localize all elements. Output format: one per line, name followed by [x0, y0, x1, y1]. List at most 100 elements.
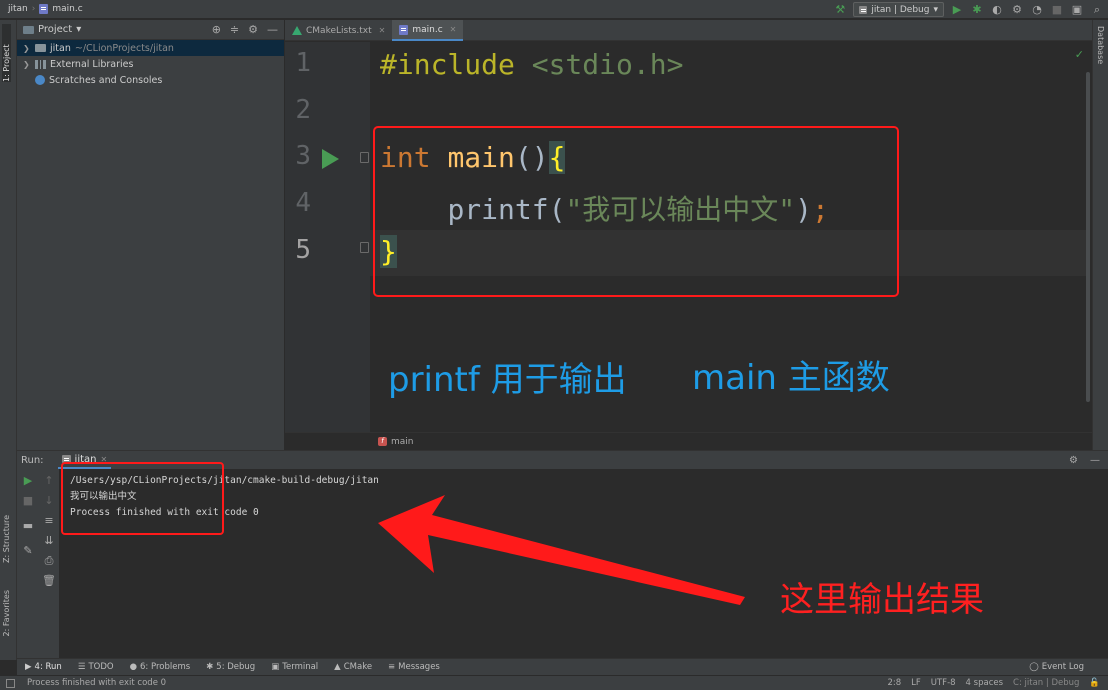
debug-icon[interactable]: ✱	[970, 3, 984, 17]
folder-icon	[35, 44, 46, 52]
output-annotation: 这里输出结果	[780, 580, 984, 620]
project-panel: Project ▾ ⊕ ≑ ⚙ — ❯ jitan ~/CLionProject…	[17, 20, 284, 450]
tree-item-project-root[interactable]: ❯ jitan ~/CLionProjects/jitan	[17, 40, 284, 56]
hide-icon[interactable]: —	[1090, 455, 1100, 466]
project-view-icon	[23, 25, 34, 34]
hide-icon[interactable]: —	[267, 23, 278, 36]
run-configuration-select[interactable]: jitan | Debug ▾	[853, 2, 944, 17]
scroll-to-end-icon[interactable]: ⇊	[42, 534, 56, 548]
info-icon: ●	[129, 662, 137, 672]
soft-wrap-icon[interactable]: ≡	[42, 514, 56, 528]
chevron-down-icon: ▾	[933, 4, 938, 15]
structure-tool-tab[interactable]: Z: Structure	[2, 515, 11, 563]
file-encoding[interactable]: UTF-8	[931, 678, 956, 688]
line-number: 1	[295, 48, 311, 78]
messages-tool-button[interactable]: ≡ Messages	[388, 662, 440, 672]
project-panel-title[interactable]: Project	[38, 24, 72, 35]
config-icon	[859, 5, 868, 14]
run-config-label: jitan | Debug	[871, 4, 930, 15]
trash-icon[interactable]: 🗑	[42, 574, 56, 588]
build-hammer-icon[interactable]: ⚒	[833, 3, 847, 17]
layout-icon[interactable]: ▬	[21, 519, 35, 533]
favorites-tool-tab[interactable]: 2: Favorites	[2, 590, 11, 636]
code-highlight-box	[373, 126, 899, 297]
line-number: 4	[295, 188, 311, 218]
bug-icon: ✱	[206, 662, 214, 672]
function-breadcrumb[interactable]: main	[391, 437, 414, 447]
line-separator[interactable]: LF	[911, 678, 921, 688]
c-file-icon	[399, 24, 409, 35]
gear-icon[interactable]: ⚙	[1069, 455, 1078, 466]
chevron-down-icon[interactable]: ▾	[76, 24, 81, 35]
resolve-context[interactable]: C: jitan | Debug	[1013, 678, 1079, 688]
tree-item-external-libraries[interactable]: ❯ External Libraries	[17, 56, 284, 72]
arrow-up-icon[interactable]: ↑	[42, 474, 56, 488]
tool-label: 6: Problems	[140, 662, 191, 672]
stop-icon[interactable]: ■	[1050, 3, 1064, 17]
collapse-icon[interactable]: ≑	[230, 23, 239, 36]
fold-marker-icon[interactable]	[360, 152, 369, 163]
coverage-icon[interactable]: ◐	[990, 3, 1004, 17]
include-directive: #include	[380, 48, 515, 81]
toggle-tool-windows-icon[interactable]	[6, 678, 15, 688]
locate-icon[interactable]: ⊕	[212, 23, 221, 36]
tab-cmakelists[interactable]: CMakeLists.txt ✕	[285, 20, 392, 41]
print-icon[interactable]: ⎙	[42, 554, 56, 568]
rerun-icon[interactable]: ▶	[21, 474, 35, 488]
gear-icon[interactable]: ⚙	[248, 23, 258, 36]
output-highlight-box	[61, 462, 224, 535]
arrow-down-icon[interactable]: ↓	[42, 494, 56, 508]
event-log-button[interactable]: ◯ Event Log	[1029, 662, 1108, 672]
run-panel-actions: ⚙ —	[1069, 455, 1108, 466]
cmake-tool-button[interactable]: ▲ CMake	[334, 662, 372, 672]
project-tool-tab[interactable]: 1: Project	[2, 24, 11, 82]
code-line-1: #include <stdio.h>	[380, 48, 683, 81]
libraries-icon	[35, 59, 46, 69]
lock-icon[interactable]: 🔓	[1089, 678, 1100, 688]
breadcrumb-file[interactable]: main.c	[52, 4, 82, 14]
tab-main-c[interactable]: main.c ✕	[392, 20, 464, 41]
tool-label: CMake	[343, 662, 373, 672]
database-tool-tab[interactable]: Database	[1096, 26, 1105, 64]
close-icon[interactable]: ✕	[450, 25, 457, 34]
tree-item-label: jitan	[50, 42, 71, 54]
project-panel-actions: ⊕ ≑ ⚙ —	[212, 23, 278, 36]
pin-icon[interactable]: ✎	[21, 544, 35, 558]
layout-icon[interactable]: ▣	[1070, 3, 1084, 17]
run-gutter-icon[interactable]	[322, 149, 339, 169]
chevron-right-icon[interactable]: ❯	[23, 44, 31, 53]
status-message[interactable]: Process finished with exit code 0	[27, 678, 166, 688]
run-icon[interactable]: ▶	[950, 3, 964, 17]
line-number: 3	[295, 141, 311, 171]
terminal-tool-button[interactable]: ▣ Terminal	[271, 662, 318, 672]
search-icon[interactable]: ⌕	[1090, 3, 1104, 17]
indent-setting[interactable]: 4 spaces	[966, 678, 1003, 688]
play-icon: ▶	[25, 662, 32, 672]
tab-label: main.c	[412, 24, 443, 35]
profile-icon[interactable]: ⚙	[1010, 3, 1024, 17]
debug-tool-button[interactable]: ✱ 5: Debug	[206, 662, 255, 672]
left-tool-stripe: 1: Project Z: Structure 2: Favorites	[0, 20, 17, 660]
attach-icon[interactable]: ◔	[1030, 3, 1044, 17]
breadcrumb: jitan › main.c	[0, 4, 83, 14]
stop-icon[interactable]: ■	[21, 494, 35, 508]
todo-tool-button[interactable]: ☰ TODO	[78, 662, 114, 672]
chevron-right-icon[interactable]: ❯	[23, 60, 31, 69]
editor-tabs: CMakeLists.txt ✕ main.c ✕	[285, 20, 1092, 41]
red-arrow-shape	[378, 495, 745, 605]
tool-window-bar: ▶ 4: Run ☰ TODO ● 6: Problems ✱ 5: Debug ▣ Te…	[17, 658, 1108, 675]
inspection-ok-icon[interactable]: ✓	[1075, 48, 1084, 61]
tree-item-scratches[interactable]: Scratches and Consoles	[17, 72, 284, 88]
main-toolbar: ⚒ jitan | Debug ▾ ▶ ✱ ◐ ⚙ ◔ ■ ▣ ⌕	[833, 1, 1104, 18]
fold-marker-icon[interactable]	[360, 242, 369, 253]
problems-tool-button[interactable]: ● 6: Problems	[130, 662, 191, 672]
close-icon[interactable]: ✕	[379, 26, 386, 35]
editor-scrollbar[interactable]	[1086, 72, 1090, 402]
editor-gutter: 1 2 3 4 5	[285, 42, 370, 432]
cmake-icon: ▲	[334, 662, 341, 672]
breadcrumb-project[interactable]: jitan	[8, 4, 28, 14]
tool-label: 5: Debug	[216, 662, 256, 672]
caret-position[interactable]: 2:8	[887, 678, 901, 688]
c-file-icon	[39, 4, 49, 14]
run-tool-button[interactable]: ▶ 4: Run	[25, 662, 62, 672]
